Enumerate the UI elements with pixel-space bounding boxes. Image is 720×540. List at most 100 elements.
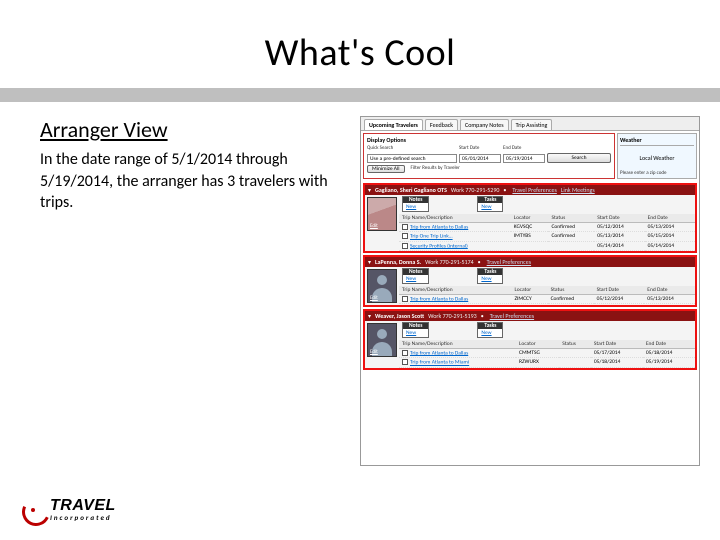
trip-table: Trip Name/DescriptionLocatorStatusStart … xyxy=(399,214,695,251)
tasks-box: TasksNew xyxy=(477,268,503,284)
trip-end: 05/18/2014 xyxy=(643,348,695,357)
edit-avatar-link[interactable]: Edit xyxy=(370,223,378,229)
weather-body: Local Weather xyxy=(620,150,694,162)
left-column: Arranger View In the date range of 5/1/2… xyxy=(40,116,360,466)
filter-results-label: Filter Results by Traveler xyxy=(411,165,460,173)
minimize-all-button[interactable]: Minimize All xyxy=(367,165,405,173)
tab-upcoming-travelers[interactable]: Upcoming Travelers xyxy=(364,119,423,130)
notes-new-link[interactable]: New xyxy=(403,275,428,283)
trip-locator: IMTYBS xyxy=(511,232,549,241)
traveler-links: Travel Preferences xyxy=(488,312,536,320)
trip-table: Trip Name/DescriptionLocatorStatusStart … xyxy=(399,286,695,304)
quick-search-label: Quick Search xyxy=(367,145,457,151)
notes-box: NotesNew xyxy=(402,196,429,212)
trip-name-link[interactable]: Trip from Atlanta to Dallas xyxy=(410,296,468,302)
col-end: End Date xyxy=(645,214,695,223)
collapse-icon[interactable]: ▾ xyxy=(368,186,371,194)
table-row: Trip from Atlanta to Dallas CMMTSG 05/17/2… xyxy=(399,348,695,357)
traveler-card: ▾Weaver, Jason ScottWork 770-291-5193•Tr… xyxy=(363,309,697,370)
traveler-body: EditNotesNewTasksNewTrip Name/Descriptio… xyxy=(365,195,695,251)
col-start: Start Date xyxy=(594,286,645,295)
trip-locator xyxy=(511,241,549,250)
trip-checkbox[interactable] xyxy=(402,243,408,249)
col-start: Start Date xyxy=(591,340,643,349)
collapse-icon[interactable]: ▾ xyxy=(368,312,371,320)
table-row: Trip from Atlanta to MiamiRZWURX05/18/20… xyxy=(399,358,695,367)
tab-bar: Upcoming Travelers Feedback Company Note… xyxy=(361,117,699,131)
display-options-panel: Display Options Quick Search Start Date … xyxy=(363,133,615,179)
app-screenshot: Upcoming Travelers Feedback Company Note… xyxy=(360,116,700,466)
traveler-link[interactable]: Link Meetings xyxy=(561,186,595,194)
notes-box: NotesNew xyxy=(402,268,429,284)
table-row: Trip from Atlanta to DallasKGVSQCConfirm… xyxy=(399,223,695,232)
trip-name-link[interactable]: Trip from Atlanta to Dallas xyxy=(410,224,468,230)
trip-start: 05/17/2014 xyxy=(591,348,643,357)
tasks-new-link[interactable]: New xyxy=(478,203,502,211)
trip-status: Confirmed xyxy=(548,223,594,232)
traveler-name: Weaver, Jason Scott xyxy=(375,312,424,320)
col-start: Start Date xyxy=(594,214,644,223)
trip-status: Confirmed xyxy=(548,232,594,241)
col-status: Status xyxy=(559,340,591,349)
tab-feedback[interactable]: Feedback xyxy=(425,119,458,130)
traveler-name: LaPenna, Donna S. xyxy=(375,258,421,266)
trip-locator: CMMTSG xyxy=(516,348,559,357)
slide-body: Arranger View In the date range of 5/1/2… xyxy=(0,102,720,466)
tab-company-notes[interactable]: Company Notes xyxy=(460,119,509,130)
traveler-side: NotesNewTasksNewTrip Name/DescriptionLoc… xyxy=(399,321,695,368)
tasks-new-link[interactable]: New xyxy=(478,275,502,283)
tasks-new-link[interactable]: New xyxy=(478,329,502,337)
traveler-header[interactable]: ▾LaPenna, Donna S.Work 770-291-5174•Trav… xyxy=(365,257,695,267)
search-button[interactable]: Search xyxy=(547,153,611,163)
trip-start: 05/14/2014 xyxy=(594,241,644,250)
edit-avatar-link[interactable]: Edit xyxy=(370,349,378,355)
notes-new-link[interactable]: New xyxy=(403,329,428,337)
tab-trip-assisting[interactable]: Trip Assisting xyxy=(511,119,553,130)
trip-status xyxy=(559,348,591,357)
options-row: Display Options Quick Search Start Date … xyxy=(361,131,699,181)
trip-checkbox[interactable] xyxy=(402,296,408,302)
trip-name-link[interactable]: Trip from Atlanta to Miami xyxy=(410,360,469,366)
trip-end: 05/19/2014 xyxy=(643,358,695,367)
col-name: Trip Name/Description xyxy=(399,286,511,295)
traveler-header[interactable]: ▾Weaver, Jason ScottWork 770-291-5193•Tr… xyxy=(365,311,695,321)
start-date-input[interactable]: 05/01/2014 xyxy=(459,154,501,163)
traveler-link[interactable]: Travel Preferences xyxy=(490,312,534,320)
traveler-link[interactable]: Travel Preferences xyxy=(487,258,531,266)
weather-panel: Weather Local Weather Please enter a zip… xyxy=(617,133,697,179)
logo-sub-text: Incorporated xyxy=(50,513,116,522)
trip-end: 05/15/2014 xyxy=(645,232,695,241)
trip-checkbox[interactable] xyxy=(402,224,408,230)
avatar: Edit xyxy=(367,269,397,303)
trip-end: 05/13/2014 xyxy=(645,223,695,232)
logo-swoosh-icon xyxy=(22,500,46,520)
trip-table: Trip Name/DescriptionLocatorStatusStart … xyxy=(399,340,695,368)
traveler-side: NotesNew TasksNew Trip Name/DescriptionLoc… xyxy=(399,267,695,305)
trip-checkbox[interactable] xyxy=(402,359,408,365)
end-date-input[interactable]: 05/19/2014 xyxy=(503,154,545,163)
traveler-card: ▾LaPenna, Donna S.Work 770-291-5174•Trav… xyxy=(363,255,697,307)
trip-name-link[interactable]: Trip from Atlanta to Dallas xyxy=(410,350,468,356)
edit-avatar-link[interactable]: Edit xyxy=(370,295,378,301)
trip-name-link[interactable]: Trip One Trip Link… xyxy=(410,234,453,240)
traveler-header[interactable]: ▾Gagliano, Sheri Gagliano OTSWork 770-29… xyxy=(365,185,695,195)
col-name: Trip Name/Description xyxy=(399,214,511,223)
collapse-icon[interactable]: ▾ xyxy=(368,258,371,266)
trip-checkbox[interactable] xyxy=(402,233,408,239)
notes-new-link[interactable]: New xyxy=(403,203,428,211)
trip-checkbox[interactable] xyxy=(402,350,408,356)
col-end: End Date xyxy=(644,286,695,295)
traveler-link[interactable]: Travel Preferences xyxy=(512,186,556,194)
traveler-body: Edit NotesNew TasksNew Trip Name/Descriptio… xyxy=(365,267,695,305)
avatar: Edit xyxy=(367,197,397,231)
traveler-phone: Work 770-291-5290 xyxy=(451,186,500,194)
slide-title: What's Cool xyxy=(0,0,720,88)
end-date-label: End Date xyxy=(503,145,545,151)
col-status: Status xyxy=(548,286,594,295)
trip-start: 05/18/2014 xyxy=(591,358,643,367)
slide: What's Cool Arranger View In the date ra… xyxy=(0,0,720,540)
trip-name-link[interactable]: Security Profiles (internal) xyxy=(410,243,468,249)
trip-status xyxy=(548,241,594,250)
weather-hint: Please enter a zip code xyxy=(620,170,694,176)
quick-search-select[interactable]: Use a pre-defined search xyxy=(367,154,457,163)
